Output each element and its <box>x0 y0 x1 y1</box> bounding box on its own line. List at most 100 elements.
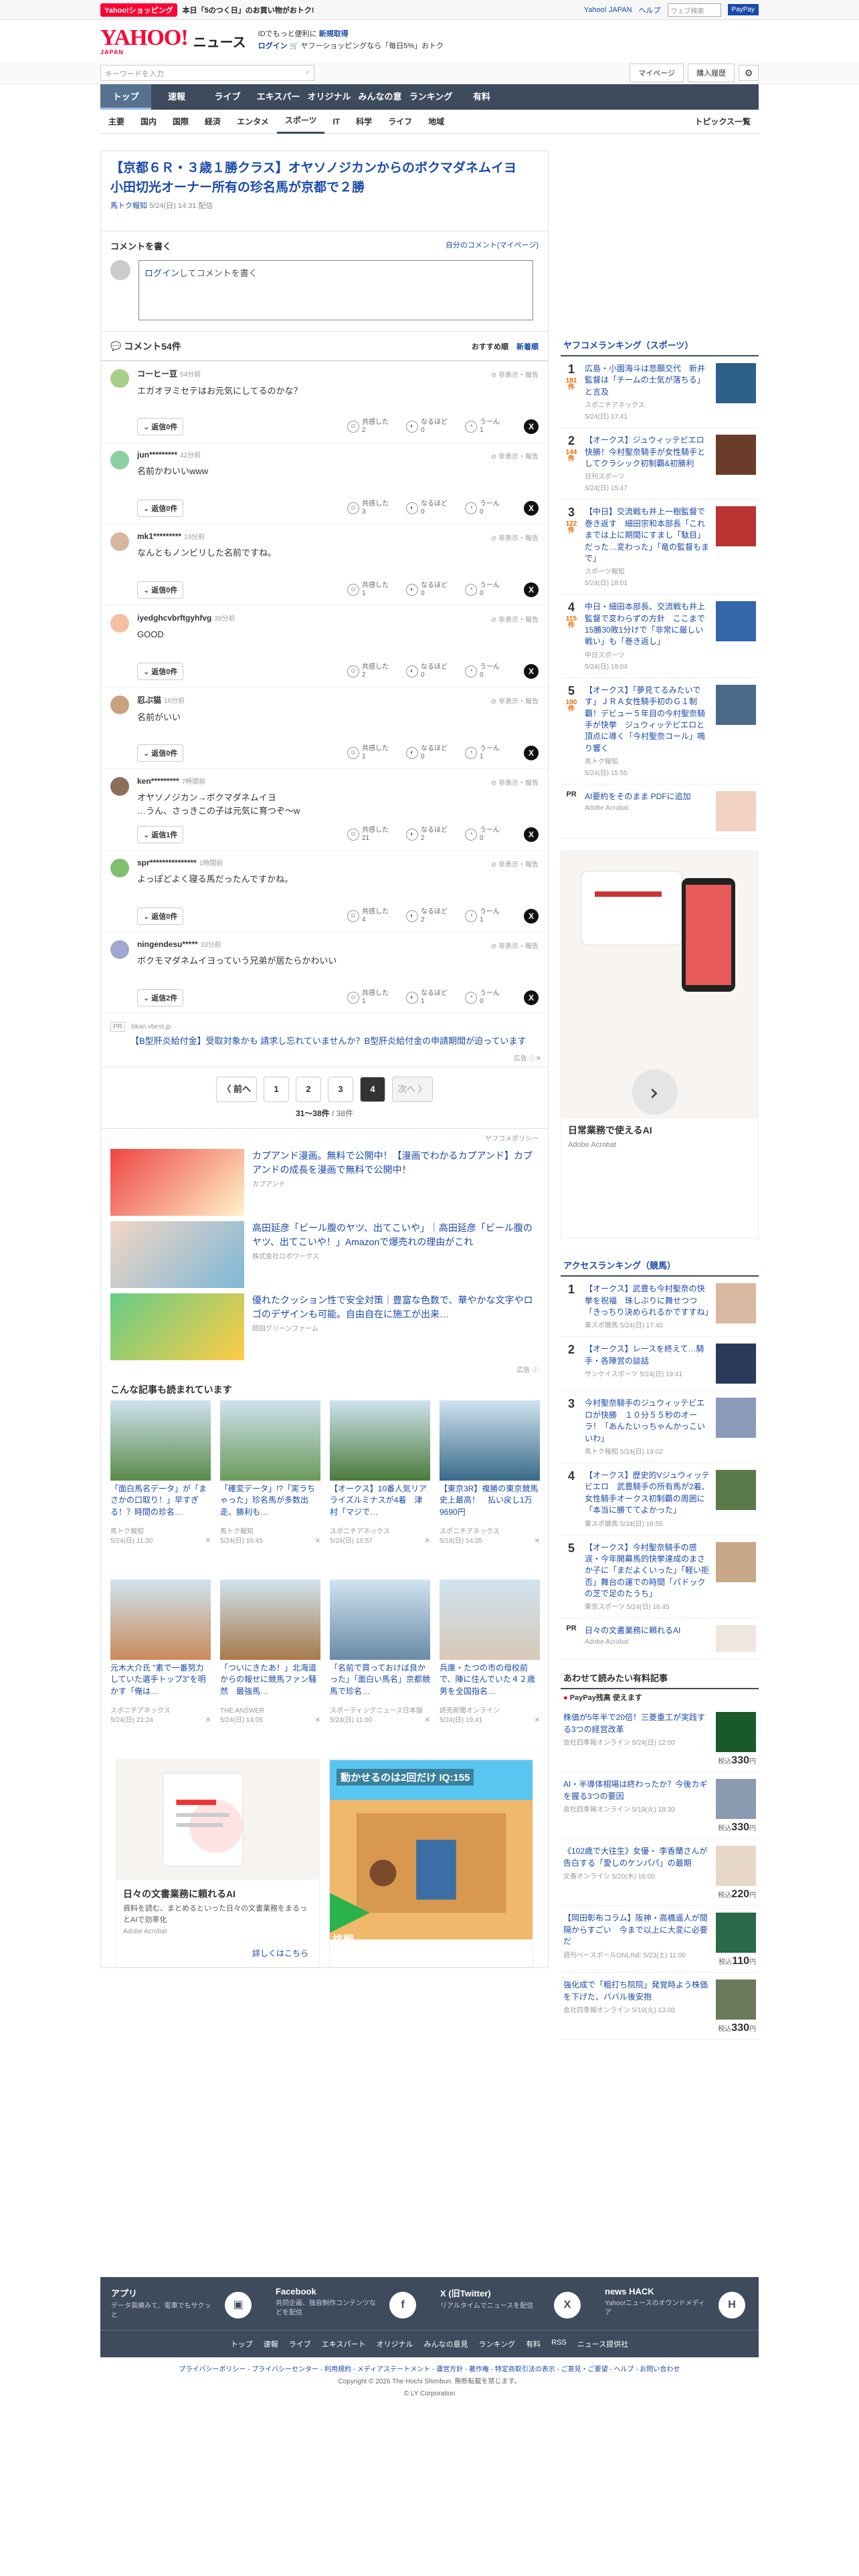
close-icon[interactable]: ✕ <box>535 1537 540 1546</box>
related-article-title[interactable]: 「ついにきたあ！」北海道からの報せに競馬ファン騒然 最強馬… <box>220 1662 320 1707</box>
tab-top[interactable]: トップ <box>100 84 151 110</box>
access-title[interactable]: 【オークス】武豊も今村聖奈の快挙を祝福 珠しぶりに舞せつつ「きっちり決められるか… <box>585 1283 713 1318</box>
insight-button[interactable]: ◐ なるほど 2 <box>406 908 456 924</box>
close-icon[interactable]: ✕ <box>315 1537 320 1546</box>
ranking-title[interactable]: 【中日】交流戦も井上一樹監督で巻き返す 細田宗和本部長「これまでは上に期間にすま… <box>585 506 710 564</box>
hmm-button[interactable]: ◔ うーん 0 <box>465 663 514 679</box>
x-share-icon[interactable]: X <box>524 827 539 842</box>
x-icon[interactable]: X <box>554 2292 581 2319</box>
hide-report-link[interactable]: ⊘ 非表示・報告 <box>491 369 539 379</box>
related-article[interactable]: 「面白馬名データ」が「まさかの口取り！」早すぎる！？時間の珍名… 馬トク報知 5/2… <box>110 1400 211 1570</box>
reply-toggle-button[interactable]: ⌄ 返信0件 <box>137 418 184 435</box>
tab-ranking[interactable]: ランキング <box>405 84 456 110</box>
commenter-name[interactable]: iyedghcvbrftgyhfvg <box>137 613 211 623</box>
page-prev-button[interactable]: 〈 前へ <box>216 1077 257 1102</box>
related-article-title[interactable]: 兵庫・たつの市の母校前で、陣に住んでいた４２歳男を全国指名… <box>440 1662 540 1707</box>
side-ad[interactable]: › 日常業務で使えるAI Adobe Acrobat <box>561 851 759 1239</box>
learn-more-link[interactable]: 詳しくはこちら <box>252 1947 308 1959</box>
paid-article[interactable]: 強化成で「粗打ち院院」発覚時よう株価を下げた、ババル後安抱 会社四季報オンライン … <box>561 1973 759 2040</box>
x-share-icon[interactable]: X <box>524 909 539 924</box>
commenter-name[interactable]: spr*************** <box>137 858 197 867</box>
keyword-search-input[interactable]: キーワードを入力 ⌕ <box>100 64 314 81</box>
comment-policy-link[interactable]: ヤフコメポリシー <box>101 1129 548 1146</box>
gear-icon[interactable]: ⚙ <box>739 64 759 81</box>
hmm-button[interactable]: ◔ うーん 1 <box>465 419 514 435</box>
cat-local[interactable]: 地域 <box>420 110 452 133</box>
tab-paid[interactable]: 有料 <box>456 84 507 110</box>
hmm-button[interactable]: ◔ うーん 1 <box>465 745 514 761</box>
mypage-button[interactable]: マイページ <box>630 63 684 82</box>
newshack-icon[interactable]: H <box>719 2292 745 2319</box>
footer-link[interactable]: ランキング <box>478 2339 515 2349</box>
footer-col[interactable]: X (旧Twitter) リアルタイムでニュースを配信 X <box>430 2277 594 2330</box>
ranking-title[interactable]: 広島・小園海斗は悲願交代 新井監督は「チームの士気が落ちる」と言及 <box>585 363 710 398</box>
access-image[interactable] <box>716 1398 756 1438</box>
reply-toggle-button[interactable]: ⌄ 返信0件 <box>137 744 184 762</box>
footer-link[interactable]: 有料 <box>526 2339 541 2349</box>
insight-button[interactable]: ◐ なるほど 0 <box>406 419 456 435</box>
related-article-title[interactable]: 【オークス】10番人気リアライズルミナスが4着 津村「マジで… <box>330 1483 430 1527</box>
shopping-badge[interactable]: Yahoo!ショッピング <box>100 3 177 17</box>
ad-title[interactable]: カプアンド漫画。無料で公開中！【漫画でわかるカプアンド】カプアンドの成長を漫画で… <box>252 1149 539 1177</box>
ranking-image[interactable] <box>716 601 756 642</box>
commenter-avatar[interactable] <box>110 369 129 388</box>
reply-toggle-button[interactable]: ⌄ 返信0件 <box>137 581 184 599</box>
paid-article-image[interactable] <box>716 1979 756 2020</box>
ranking-item[interactable]: 2 144件 【オークス】ジュウィッテビエロ快勝！今村聖奈騎手が女性騎手としてクラシ… <box>561 428 759 500</box>
cat-entertainment[interactable]: エンタメ <box>229 110 277 133</box>
x-share-icon[interactable]: X <box>524 990 539 1005</box>
commenter-name[interactable]: mk1********* <box>137 532 181 541</box>
ranking-image[interactable] <box>716 506 756 547</box>
article-source[interactable]: 馬トク報知 <box>110 202 147 210</box>
empathy-button[interactable]: ☺ 共感した 2 <box>347 419 397 435</box>
related-article-image[interactable] <box>110 1400 211 1481</box>
ad-item[interactable]: カプアンド漫画。無料で公開中！【漫画でわかるカプアンド】カプアンドの成長を漫画で… <box>101 1146 548 1218</box>
footer-link[interactable]: 速報 <box>264 2339 278 2349</box>
game-ad-badge[interactable]: 挑戦 <box>332 1931 354 1947</box>
hide-report-link[interactable]: ⊘ 非表示・報告 <box>491 695 539 706</box>
ranking-item[interactable]: 3 122件 【中日】交流戦も井上一樹監督で巻き返す 細田宗和本部長「これまでは上に… <box>561 500 759 595</box>
access-item[interactable]: 1 【オークス】武豊も今村聖奈の快挙を祝福 珠しぶりに舞せつつ「きっちり決められる… <box>561 1277 759 1337</box>
bottom-ad-acrobat[interactable]: 日々の文書業務に頼れるAI 資料を読む、まとめるといった日々の文書業務をまるっと… <box>116 1759 320 1967</box>
footer-col-title[interactable]: X (旧Twitter) <box>440 2288 491 2298</box>
access-item[interactable]: 5 【オークス】今村聖奈騎手の感涙・今年開幕馬的快挙達成のまさか子に「まだよくいっ… <box>561 1535 759 1619</box>
page-4-button[interactable]: 4 <box>360 1077 385 1102</box>
footer-col[interactable]: Facebook 共同企画、独自制作コンテンツなどを配信 f <box>265 2277 430 2330</box>
comment-login-link[interactable]: ログイン <box>145 268 179 278</box>
ad-item[interactable]: 優れたクッション性で安全対策｜豊富な色数で、華やかな文字やロゴのデザインも可能。… <box>101 1291 548 1363</box>
related-article[interactable]: 「確変データ」!?「実ラちゃった」珍名馬が多数出走、勝利も… 馬トク報知 5/24(… <box>220 1400 320 1570</box>
paid-article-title[interactable]: 【岡田彰布コラム】阪神・高橋遥人が間隔からすごい 今まで以上に大変に必要だ <box>563 1913 710 1947</box>
empathy-button[interactable]: ☺ 共感した 1 <box>347 582 397 598</box>
empathy-button[interactable]: ☺ 共感した 3 <box>347 500 397 516</box>
article-title[interactable]: 【京都６Ｒ・３歳１勝クラス】オヤソノジカンからのボクマダネムイヨ 小田切光オーナ… <box>110 159 539 197</box>
related-article[interactable]: 兵庫・たつの市の母校前で、陣に住んでいた４２歳男を全国指名… 読売新聞オンライン 5… <box>440 1580 540 1749</box>
access-title[interactable]: 【オークス】今村聖奈騎手の感涙・今年開幕馬的快挙達成のまさか子に「まだよくいった… <box>585 1542 710 1600</box>
ranking-title[interactable]: 【オークス】ジュウィッテビエロ快勝！今村聖奈騎手が女性騎手としてクラシック初制覇… <box>585 435 710 469</box>
ranking-pr-title[interactable]: AI要約をそのまま PDFに追加 <box>585 791 710 802</box>
hmm-button[interactable]: ◔ うーん 0 <box>465 582 514 598</box>
related-article[interactable]: 「名前で買っておけば良かった」「面白い馬名」京都競馬で珍名… スポーティングニュー… <box>330 1580 430 1749</box>
reply-toggle-button[interactable]: ⌄ 返信2件 <box>137 989 184 1006</box>
related-article-image[interactable] <box>220 1400 320 1481</box>
insight-button[interactable]: ◐ なるほど 0 <box>406 745 456 761</box>
ads-info[interactable]: 広告 ⓘ <box>101 1363 548 1378</box>
ad-image[interactable] <box>110 1221 244 1288</box>
footer-link[interactable]: ライブ <box>289 2339 311 2349</box>
pr-text[interactable]: 【B型肝炎給付金】受取対象かも 請求し忘れていませんか？B型肝炎給付金の申請期間… <box>130 1035 539 1048</box>
commenter-avatar[interactable] <box>110 859 129 877</box>
paid-article-image[interactable] <box>716 1913 756 1953</box>
footer-link[interactable]: ニュース提供社 <box>577 2339 628 2349</box>
close-icon[interactable]: ✕ <box>425 1716 430 1725</box>
legal-links[interactable]: プライバシーポリシー - プライバシーセンター - 利用規約 - メディアステー… <box>100 2364 759 2376</box>
insight-button[interactable]: ◐ なるほど 1 <box>406 990 456 1006</box>
reply-toggle-button[interactable]: ⌄ 返信1件 <box>137 826 184 843</box>
hide-report-link[interactable]: ⊘ 非表示・報告 <box>491 614 539 624</box>
footer-link[interactable]: トップ <box>231 2339 253 2349</box>
footer-link[interactable]: オリジナル <box>376 2339 413 2349</box>
tab-opinions[interactable]: みんなの意見 <box>355 84 405 127</box>
access-image[interactable] <box>716 1469 756 1510</box>
related-article-image[interactable] <box>220 1580 320 1660</box>
commenter-avatar[interactable] <box>110 695 129 714</box>
tab-expert[interactable]: エキスパート <box>253 84 304 127</box>
bottom-ad-game[interactable]: 動かせるのは2回だけ IQ:155 挑戦 <box>329 1759 533 1967</box>
